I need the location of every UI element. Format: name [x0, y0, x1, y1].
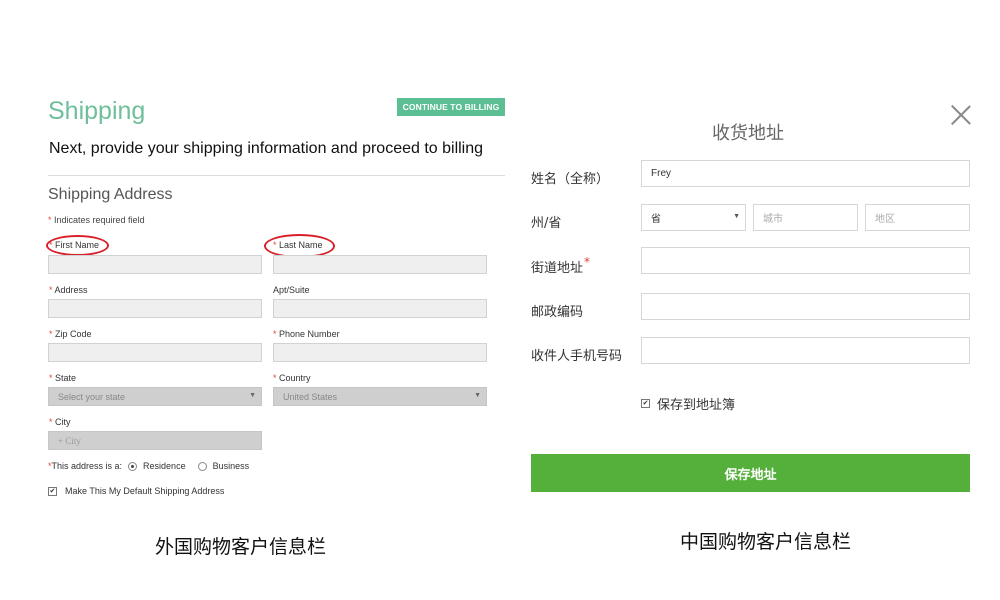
cn-city-placeholder: 城市 [763, 214, 783, 225]
first-name-highlight-ellipse [46, 235, 109, 256]
continue-to-billing-button[interactable]: CONTINUE TO BILLING [397, 98, 505, 116]
address-type-row: *This address is a: Residence Business [48, 461, 249, 471]
cn-province-select[interactable]: 省 ▼ [641, 204, 746, 231]
default-address-checkbox[interactable]: ✔ [48, 486, 57, 496]
cn-phone-input[interactable] [641, 337, 970, 364]
required-field-note: * Indicates required field [48, 215, 145, 225]
residence-radio-label[interactable]: Residence [143, 461, 186, 471]
last-name-input[interactable] [273, 255, 487, 274]
zip-code-label: * Zip Code [49, 329, 92, 339]
cn-street-label: 街道地址* [531, 255, 591, 276]
state-select[interactable]: Select your state ▼ [48, 387, 262, 406]
business-radio-label[interactable]: Business [213, 461, 250, 471]
required-note-text: Indicates required field [51, 215, 145, 225]
apt-suite-label: Apt/Suite [273, 285, 310, 295]
cn-district-placeholder: 地区 [875, 214, 895, 225]
cn-save-to-book-checkbox[interactable]: ✔ [641, 399, 650, 408]
shipping-address-heading: Shipping Address [48, 186, 173, 203]
cn-district-input[interactable]: 地区 [865, 204, 970, 231]
city-placeholder: + City [58, 435, 81, 446]
shipping-subtitle: Next, provide your shipping information … [49, 140, 484, 157]
first-name-input[interactable] [48, 255, 262, 274]
city-input[interactable]: + City [48, 431, 262, 450]
cn-name-input[interactable]: Frey [641, 160, 970, 187]
default-address-row: ✔ Make This My Default Shipping Address [48, 486, 224, 496]
cn-postal-label: 邮政编码 [531, 305, 584, 320]
cn-save-address-button[interactable]: 保存地址 [531, 454, 970, 492]
cn-province-label: 州/省 [531, 216, 562, 231]
cn-street-input[interactable] [641, 247, 970, 274]
cn-city-input[interactable]: 城市 [753, 204, 858, 231]
address-label: * Address [49, 285, 88, 295]
city-label: * City [49, 417, 71, 427]
residence-radio[interactable] [128, 461, 138, 471]
cn-postal-input[interactable] [641, 293, 970, 320]
cn-address-title: 收货地址 [712, 123, 784, 144]
section-divider [48, 175, 505, 176]
chevron-down-icon: ▼ [733, 213, 740, 220]
default-address-label[interactable]: Make This My Default Shipping Address [65, 486, 224, 496]
phone-number-input[interactable] [273, 343, 487, 362]
cn-save-to-book-label[interactable]: 保存到地址簿 [657, 394, 735, 413]
country-label: * Country [273, 373, 311, 383]
zip-code-input[interactable] [48, 343, 262, 362]
state-label: * State [49, 373, 77, 383]
cn-name-label: 姓名（全称） [531, 172, 610, 187]
apt-suite-input[interactable] [273, 299, 487, 318]
country-select-value: United States [283, 391, 338, 402]
right-caption: 中国购物客户信息栏 [680, 531, 852, 553]
address-type-label: *This address is a: [48, 461, 123, 471]
cn-phone-label: 收件人手机号码 [531, 349, 623, 364]
phone-number-label: * Phone Number [273, 329, 340, 339]
address-input[interactable] [48, 299, 262, 318]
shipping-title: Shipping [48, 97, 146, 125]
country-select[interactable]: United States ▼ [273, 387, 487, 406]
cn-save-to-book-row: ✔ 保存到地址簿 [641, 394, 735, 413]
left-caption: 外国购物客户信息栏 [155, 536, 327, 558]
close-icon[interactable] [950, 104, 972, 126]
business-radio[interactable] [197, 461, 207, 471]
chevron-down-icon: ▼ [249, 392, 256, 399]
cn-province-value: 省 [651, 214, 661, 225]
state-select-value: Select your state [58, 391, 126, 402]
chevron-down-icon: ▼ [474, 392, 481, 399]
